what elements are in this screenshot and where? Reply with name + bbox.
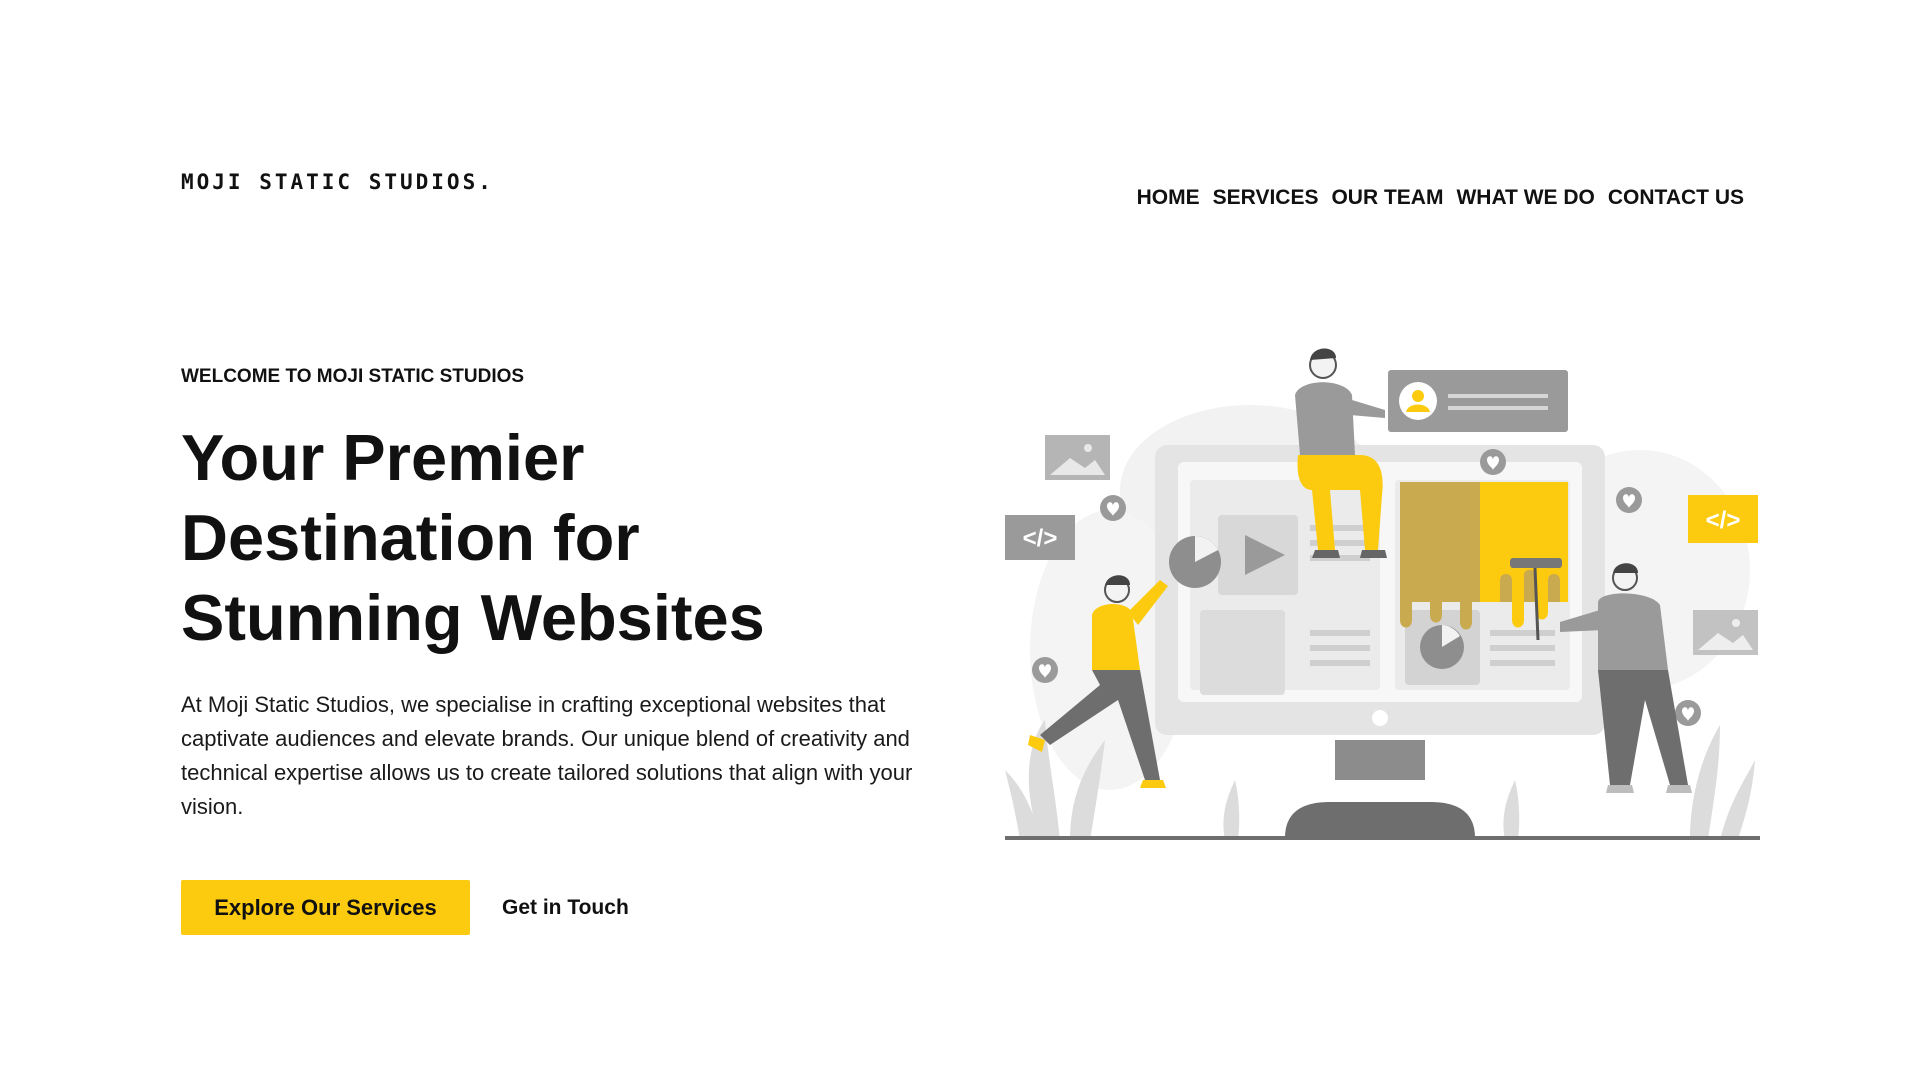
avatar-head — [1412, 390, 1424, 402]
monitor-neck — [1335, 740, 1425, 780]
nav-home-link[interactable]: HOME — [1137, 186, 1200, 210]
plant-right-icon — [1690, 725, 1755, 840]
profile-line — [1448, 394, 1548, 398]
landing-page: MOJI STATIC STUDIOS. HOME SERVICES OUR T… — [0, 0, 1920, 1080]
heart-icon — [1032, 657, 1058, 683]
image-icon — [1693, 610, 1758, 655]
monitor-button — [1372, 710, 1388, 726]
heart-icon — [1616, 487, 1642, 513]
nav-what-we-do-link[interactable]: WHAT WE DO — [1456, 186, 1594, 210]
hero-headline: Your Premier Destination for Stunning We… — [181, 421, 765, 654]
main-nav: HOME SERVICES OUR TEAM WHAT WE DO CONTAC… — [1137, 186, 1744, 210]
explore-services-button[interactable]: Explore Our Services — [181, 880, 470, 935]
profile-line — [1448, 406, 1548, 410]
brand-logo[interactable]: MOJI STATIC STUDIOS. — [181, 170, 494, 194]
nav-contact-us-link[interactable]: CONTACT US — [1608, 186, 1744, 210]
monitor-stand — [1285, 802, 1475, 838]
nav-services-link[interactable]: SERVICES — [1213, 186, 1319, 210]
hero-eyebrow: WELCOME TO MOJI STATIC STUDIOS — [181, 366, 525, 387]
heart-icon — [1480, 449, 1506, 475]
hero-description: At Moji Static Studios, we specialise in… — [181, 692, 913, 819]
heart-icon — [1100, 495, 1126, 521]
image-icon — [1045, 435, 1110, 480]
code-tag-label: </> — [1023, 525, 1058, 552]
nav-our-team-link[interactable]: OUR TEAM — [1331, 186, 1443, 210]
get-in-touch-link[interactable]: Get in Touch — [502, 896, 629, 920]
image-block — [1200, 610, 1285, 695]
web-design-team-illustration: </> </> — [1005, 348, 1760, 840]
code-tag-label: </> — [1706, 507, 1741, 534]
heart-icon — [1675, 700, 1701, 726]
